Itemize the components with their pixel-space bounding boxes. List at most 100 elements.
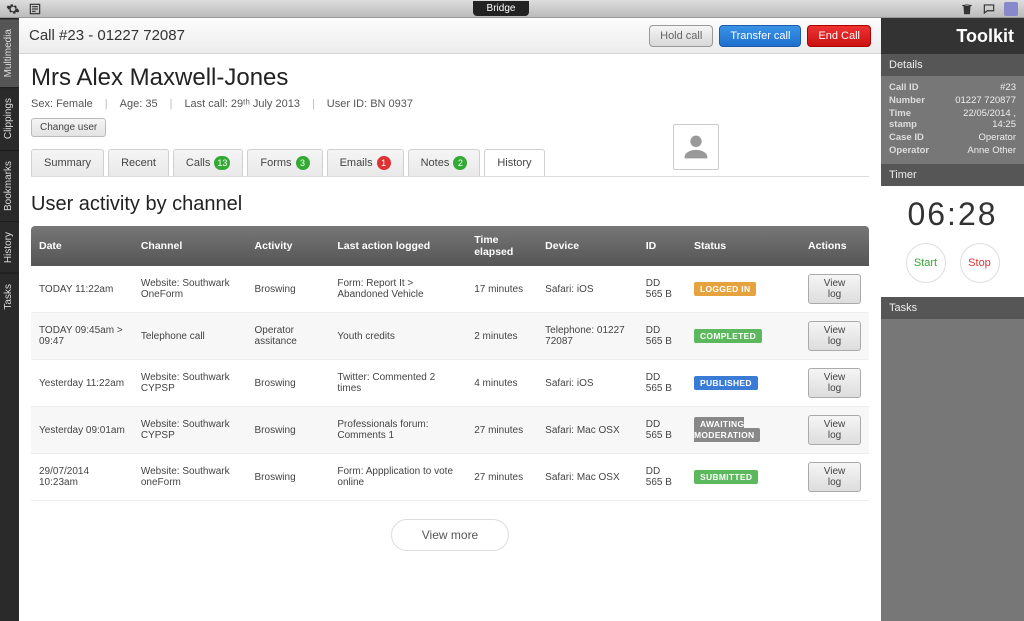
col-id: ID — [638, 226, 686, 266]
cell-activity: Broswing — [247, 407, 330, 454]
cell-device: Safari: iOS — [537, 360, 638, 407]
details-key: Call ID — [889, 82, 919, 93]
col-elapsed: Time elapsed — [466, 226, 537, 266]
cell-id: DD 565 B — [638, 360, 686, 407]
cell-channel: Website: Southwark CYPSP — [133, 407, 247, 454]
cell-channel: Telephone call — [133, 313, 247, 360]
table-row: 29/07/2014 10:23amWebsite: Southwark one… — [31, 454, 869, 501]
cell-last: Form: Report It > Abandoned Vehicle — [329, 266, 466, 313]
cell-date: Yesterday 09:01am — [31, 407, 133, 454]
view-log-button[interactable]: View log — [808, 368, 861, 398]
cell-id: DD 565 B — [638, 454, 686, 501]
col-device: Device — [537, 226, 638, 266]
user-meta: Sex: Female | Age: 35 | Last call: 29ᵗʰ … — [31, 98, 869, 110]
timer-start-button[interactable]: Start — [906, 243, 946, 283]
status-badge: SUBMITTED — [694, 470, 758, 484]
tasks-header[interactable]: Tasks — [881, 297, 1024, 319]
cell-elapsed: 2 minutes — [466, 313, 537, 360]
tab-calls[interactable]: Calls13 — [173, 149, 243, 176]
vtab-tasks[interactable]: Tasks — [0, 273, 19, 320]
view-more-button[interactable]: View more — [391, 519, 509, 551]
toolkit-brand: Toolkit — [881, 18, 1024, 54]
chat-icon[interactable] — [982, 2, 996, 16]
cell-id: DD 565 B — [638, 407, 686, 454]
cell-activity: Broswing — [247, 454, 330, 501]
status-badge: AWAITING MODERATION — [694, 417, 760, 442]
timer-box: 06:28 Start Stop — [881, 186, 1024, 297]
cell-device: Safari: Mac OSX — [537, 407, 638, 454]
user-age: 35 — [145, 98, 157, 110]
status-badge: PUBLISHED — [694, 376, 758, 390]
cell-last: Youth credits — [329, 313, 466, 360]
col-actions: Actions — [800, 226, 869, 266]
gear-icon[interactable] — [6, 2, 20, 16]
activity-table: Date Channel Activity Last action logged… — [31, 226, 869, 501]
cell-date: Yesterday 11:22am — [31, 360, 133, 407]
cell-elapsed: 4 minutes — [466, 360, 537, 407]
details-key: Time stamp — [889, 108, 937, 130]
tab-bar: Summary Recent Calls13 Forms3 Emails1 No… — [31, 149, 869, 177]
trash-icon[interactable] — [960, 2, 974, 16]
details-header: Details — [881, 54, 1024, 76]
table-row: TODAY 11:22amWebsite: Southwark OneFormB… — [31, 266, 869, 313]
cell-date: TODAY 11:22am — [31, 266, 133, 313]
tab-history[interactable]: History — [484, 149, 544, 176]
details-row: OperatorAnne Other — [889, 145, 1016, 156]
hold-call-button[interactable]: Hold call — [649, 25, 713, 47]
details-row: Call ID#23 — [889, 82, 1016, 93]
details-key: Operator — [889, 145, 929, 156]
app-name-pill: Bridge — [473, 1, 530, 16]
details-value: 22/05/2014 , 14:25 — [943, 108, 1016, 130]
cell-id: DD 565 B — [638, 313, 686, 360]
timer-value: 06:28 — [887, 196, 1018, 233]
notes-badge: 2 — [453, 156, 467, 170]
cell-activity: Broswing — [247, 360, 330, 407]
table-row: Yesterday 09:01amWebsite: Southwark CYPS… — [31, 407, 869, 454]
calls-badge: 13 — [214, 156, 230, 170]
details-row: Case IDOperator — [889, 132, 1016, 143]
tab-summary[interactable]: Summary — [31, 149, 104, 176]
view-log-button[interactable]: View log — [808, 274, 861, 304]
notes-icon[interactable] — [28, 2, 42, 16]
cell-elapsed: 27 minutes — [466, 454, 537, 501]
tab-recent[interactable]: Recent — [108, 149, 169, 176]
call-title: Call #23 - 01227 72087 — [29, 27, 185, 44]
details-key: Case ID — [889, 132, 924, 143]
cell-channel: Website: Southwark oneForm — [133, 454, 247, 501]
view-log-button[interactable]: View log — [808, 415, 861, 445]
tab-forms[interactable]: Forms3 — [247, 149, 322, 176]
user-sex: Female — [56, 98, 93, 110]
status-badge: COMPLETED — [694, 329, 762, 343]
user-name: Mrs Alex Maxwell-Jones — [31, 64, 869, 92]
table-row: Yesterday 11:22amWebsite: Southwark CYPS… — [31, 360, 869, 407]
col-date: Date — [31, 226, 133, 266]
end-call-button[interactable]: End Call — [807, 25, 871, 47]
tab-emails[interactable]: Emails1 — [327, 149, 404, 176]
cell-elapsed: 17 minutes — [466, 266, 537, 313]
emails-badge: 1 — [377, 156, 391, 170]
change-user-button[interactable]: Change user — [31, 118, 106, 137]
user-avatar-icon[interactable] — [1004, 2, 1018, 16]
details-key: Number — [889, 95, 925, 106]
transfer-call-button[interactable]: Transfer call — [719, 25, 801, 47]
timer-stop-button[interactable]: Stop — [960, 243, 1000, 283]
details-value: 01227 720877 — [955, 95, 1016, 106]
cell-date: 29/07/2014 10:23am — [31, 454, 133, 501]
table-row: TODAY 09:45am > 09:47Telephone callOpera… — [31, 313, 869, 360]
user-id: BN 0937 — [370, 98, 413, 110]
vtab-history[interactable]: History — [0, 221, 19, 273]
tab-notes[interactable]: Notes2 — [408, 149, 481, 176]
view-log-button[interactable]: View log — [808, 321, 861, 351]
details-list: Call ID#23 Number 01227 720877 Time stamp 22… — [881, 76, 1024, 164]
vtab-multimedia[interactable]: Multimedia — [0, 18, 19, 87]
vtab-bookmarks[interactable]: Bookmarks — [0, 150, 19, 221]
timer-header: Timer — [881, 164, 1024, 186]
vertical-sidebar: Multimedia Clippings Bookmarks History T… — [0, 18, 19, 621]
col-activity: Activity — [247, 226, 330, 266]
cell-elapsed: 27 minutes — [466, 407, 537, 454]
vtab-clippings[interactable]: Clippings — [0, 87, 19, 149]
cell-channel: Website: Southwark OneForm — [133, 266, 247, 313]
view-log-button[interactable]: View log — [808, 462, 861, 492]
user-last-call: 29ᵗʰ July 2013 — [231, 98, 300, 110]
cell-activity: Broswing — [247, 266, 330, 313]
